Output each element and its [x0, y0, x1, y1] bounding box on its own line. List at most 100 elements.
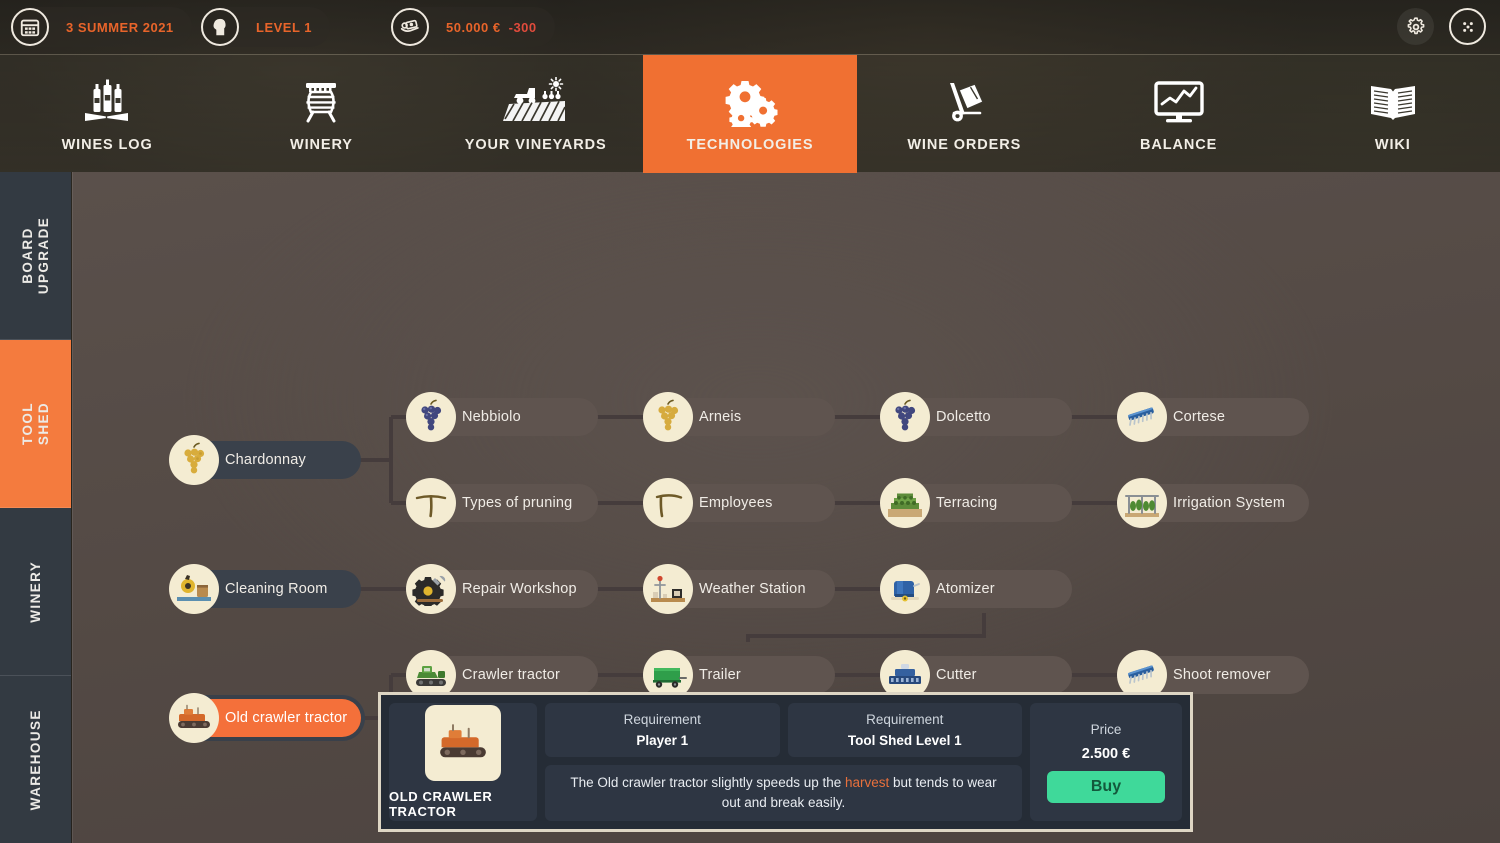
irrigation-icon — [1117, 478, 1167, 528]
tech-node-cortese[interactable]: Cortese — [1117, 392, 1309, 442]
description-part-1: The Old crawler tractor slightly speeds … — [570, 774, 845, 790]
tab-wiki[interactable]: WIKI — [1286, 55, 1500, 173]
tech-node-label: Dolcetto — [936, 409, 991, 425]
tech-node-shoot-remover[interactable]: Shoot remover — [1117, 650, 1309, 700]
top-status-bar: 3 SUMMER 2021 LEVEL 1 50.000 € -300 — [0, 0, 1500, 54]
weather-icon — [643, 564, 693, 614]
tech-node-old-crawler-tractor[interactable]: Old crawler tractor — [169, 693, 361, 743]
tab-wines-log[interactable]: WINES LOG — [0, 55, 214, 173]
requirement-tool-shed: Requirement Tool Shed Level 1 — [787, 703, 1022, 757]
tab-label: WINE ORDERS — [907, 137, 1022, 153]
tech-node-employees[interactable]: Employees — [643, 478, 835, 528]
requirements-row: Requirement Player 1 Requirement Tool Sh… — [545, 703, 1022, 757]
sidebar-item-label: TOOL SHED — [19, 401, 51, 446]
tech-node-nebbiolo[interactable]: Nebbiolo — [406, 392, 598, 442]
tech-node-trailer[interactable]: Trailer — [643, 650, 835, 700]
tech-node-weather-station[interactable]: Weather Station — [643, 564, 835, 614]
tech-node-label: Atomizer — [936, 581, 995, 597]
tech-node-chardonnay[interactable]: Chardonnay — [169, 435, 361, 485]
technology-detail-panel: OLD CRAWLER TRACTOR Requirement Player 1… — [378, 692, 1193, 832]
detail-title: OLD CRAWLER TRACTOR — [389, 789, 493, 819]
tab-balance[interactable]: BALANCE — [1071, 55, 1285, 173]
tech-node-terracing[interactable]: Terracing — [880, 478, 1072, 528]
tech-node-label: Cutter — [936, 667, 977, 683]
tech-node-dolcetto[interactable]: Dolcetto — [880, 392, 1072, 442]
sidebar-item-board-upgrade[interactable]: BOARD UPGRADE — [0, 172, 71, 340]
tech-node-atomizer[interactable]: Atomizer — [880, 564, 1072, 614]
pruning-t-icon — [406, 478, 456, 528]
wine-bottles-book-icon — [79, 75, 135, 127]
tech-node-label: Irrigation System — [1173, 495, 1286, 511]
requirement-value: Player 1 — [636, 733, 689, 748]
detail-price-panel: Price 2.500 € Buy — [1030, 703, 1182, 821]
tech-node-types-of-pruning[interactable]: Types of pruning — [406, 478, 598, 528]
tab-label: WINERY — [289, 137, 353, 153]
tech-node-label: Cortese — [1173, 409, 1226, 425]
monitor-chart-icon — [1148, 75, 1210, 127]
sidebar-item-warehouse[interactable]: WAREHOUSE — [0, 676, 71, 843]
atomizer-icon — [880, 564, 930, 614]
tech-node-label: Nebbiolo — [462, 409, 521, 425]
money-amount: 50.000 € — [446, 19, 501, 35]
gear-wrench-icon — [406, 564, 456, 614]
grapes-purple-icon — [406, 392, 456, 442]
dice-menu-button[interactable] — [1449, 8, 1486, 45]
tech-node-label: Old crawler tractor — [225, 710, 348, 726]
gear-icon — [1407, 16, 1424, 34]
date-indicator: 3 SUMMER 2021 — [10, 7, 192, 47]
main-navigation: WINES LOG WINERY YOUR VINEYARDS TECHNOLO… — [0, 54, 1500, 173]
money-indicator: 50.000 € -300 — [390, 7, 555, 47]
tech-node-label: Types of pruning — [462, 495, 573, 511]
requirement-title: Requirement — [623, 712, 701, 727]
open-book-icon — [1365, 75, 1421, 127]
terracing-icon — [880, 478, 930, 528]
grapes-gold-icon — [643, 392, 693, 442]
tab-label: TECHNOLOGIES — [686, 137, 814, 153]
pruning-l-icon — [643, 478, 693, 528]
money-icon — [391, 8, 429, 46]
barrel-icon — [293, 75, 349, 127]
tech-node-crawler-tractor[interactable]: Crawler tractor — [406, 650, 598, 700]
tech-node-label: Cleaning Room — [225, 581, 328, 597]
calendar-icon — [11, 8, 49, 46]
date-value: 3 SUMMER 2021 — [66, 19, 174, 35]
tech-node-cleaning-room[interactable]: Cleaning Room — [169, 564, 361, 614]
sidebar-item-winery[interactable]: WINERY — [0, 508, 71, 676]
settings-button[interactable] — [1397, 8, 1434, 45]
rake-blue-icon — [1117, 392, 1167, 442]
tech-node-label: Shoot remover — [1173, 667, 1271, 683]
vineyard-field-icon — [501, 75, 571, 127]
detail-thumbnail: OLD CRAWLER TRACTOR — [389, 703, 537, 821]
tab-label: WIKI — [1374, 137, 1411, 153]
sidebar-item-label: WAREHOUSE — [27, 708, 43, 811]
tech-node-repair-workshop[interactable]: Repair Workshop — [406, 564, 598, 614]
dice-icon — [1462, 21, 1473, 32]
tech-node-label: Terracing — [936, 495, 998, 511]
requirement-title: Requirement — [866, 712, 944, 727]
tab-label: WINES LOG — [61, 137, 153, 153]
tab-your-vineyards[interactable]: YOUR VINEYARDS — [429, 55, 643, 173]
tab-wine-orders[interactable]: WINE ORDERS — [857, 55, 1071, 173]
description-highlight: harvest — [845, 774, 890, 790]
tab-label: BALANCE — [1139, 137, 1218, 153]
sidebar-item-tool-shed[interactable]: TOOL SHED — [0, 340, 71, 508]
level-value: LEVEL 1 — [256, 19, 313, 35]
tech-node-label: Weather Station — [699, 581, 806, 597]
tech-node-label: Chardonnay — [225, 452, 306, 468]
tech-node-arneis[interactable]: Arneis — [643, 392, 835, 442]
detail-info: Requirement Player 1 Requirement Tool Sh… — [545, 703, 1022, 821]
tab-winery[interactable]: WINERY — [214, 55, 428, 173]
requirement-player: Requirement Player 1 — [545, 703, 780, 757]
sidebar-item-label: WINERY — [27, 560, 43, 623]
requirement-value: Tool Shed Level 1 — [847, 733, 962, 748]
tab-technologies[interactable]: TECHNOLOGIES — [642, 55, 858, 173]
detail-description: The Old crawler tractor slightly speeds … — [545, 765, 1022, 821]
buy-button[interactable]: Buy — [1047, 770, 1165, 803]
tech-node-irrigation-system[interactable]: Irrigation System — [1117, 478, 1309, 528]
tech-node-cutter[interactable]: Cutter — [880, 650, 1072, 700]
money-value: 50.000 € -300 — [446, 20, 537, 35]
grapes-purple-icon — [880, 392, 930, 442]
category-rail: BOARD UPGRADE TOOL SHED WINERY WAREHOUSE — [0, 172, 72, 843]
gears-icon — [722, 75, 778, 127]
price-value: 2.500 € — [1081, 745, 1131, 762]
